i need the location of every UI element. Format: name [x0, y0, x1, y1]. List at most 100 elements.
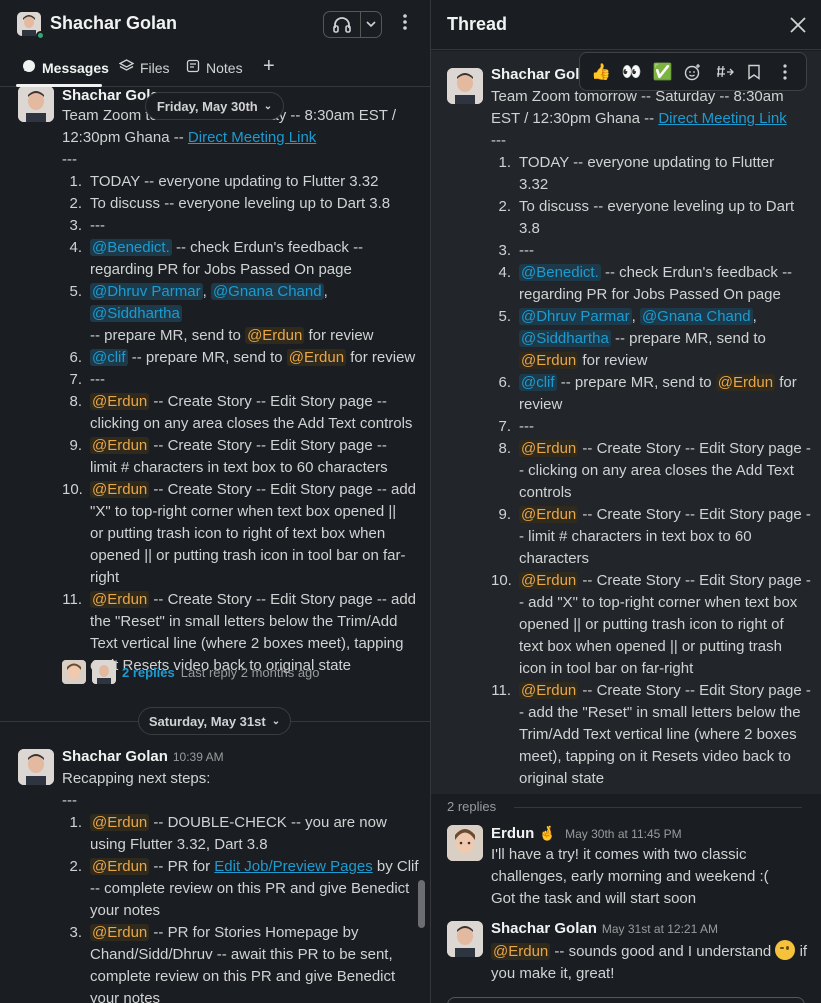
user-mention[interactable]: @Erdun [245, 327, 305, 344]
chevron-down-icon: ⌄ [271, 715, 281, 727]
user-mention[interactable]: @Benedict. [90, 239, 172, 256]
date-divider-pill[interactable]: Friday, May 30th ⌄ [145, 92, 284, 120]
active-tab-indicator [16, 84, 102, 87]
avatar[interactable] [18, 86, 54, 122]
list-item: 11. @Erdun -- Create Story -- Edit Story … [491, 682, 811, 787]
meeting-link[interactable]: Direct Meeting Link [658, 110, 786, 127]
user-mention[interactable]: @Erdun [286, 349, 347, 366]
user-mention[interactable]: @Erdun [519, 352, 579, 369]
reply-composer[interactable] [447, 997, 805, 1003]
message-body: @Erdun -- sounds good and I understand i… [491, 940, 816, 985]
reply-in-channel-icon[interactable] [711, 59, 737, 85]
list-item: 2. To discuss -- everyone leveling up to … [498, 198, 795, 237]
user-mention[interactable]: @Gnana Chand [210, 283, 324, 300]
user-mention[interactable]: @Siddhartha [90, 305, 182, 322]
message-body: Recapping next steps: --- 1. @Erdun -- DO… [62, 768, 422, 1003]
message-bubble-icon [22, 59, 36, 76]
add-tab-button[interactable]: + [263, 55, 275, 78]
avatar [92, 660, 116, 684]
user-mention[interactable]: @Erdun [90, 481, 150, 498]
tab-label: Notes [206, 59, 243, 76]
chevron-down-icon: ⌄ [263, 100, 273, 112]
user-mention[interactable]: @Erdun [90, 814, 150, 831]
channel-pane: Shachar Golan Team Zoom tomorrow -- Satu… [0, 0, 430, 1003]
reply-count: 2 replies [447, 799, 497, 814]
thumbs-up-reaction-icon[interactable]: 👍 [588, 59, 614, 85]
separator-text: --- [62, 792, 77, 809]
message-timestamp[interactable]: May 30th at 11:45 PM [565, 827, 682, 841]
add-reaction-icon[interactable] [680, 59, 706, 85]
check-reaction-icon[interactable]: ✅ [649, 59, 675, 85]
tab-label: Messages [42, 59, 109, 76]
user-mention[interactable]: @Erdun [519, 440, 579, 457]
user-mention[interactable]: @Erdun [491, 943, 551, 960]
message-header: Erdun 🤞 May 30th at 11:45 PM [491, 822, 682, 845]
message-timestamp[interactable]: May 31st at 12:21 AM [602, 922, 718, 936]
user-mention[interactable]: @Erdun [519, 682, 579, 699]
headphones-icon[interactable] [332, 16, 352, 38]
message-text: Recapping next steps: [62, 770, 211, 787]
avatar[interactable] [18, 749, 54, 785]
message-author[interactable]: Shachar Golan [491, 920, 597, 937]
chevron-down-icon[interactable] [365, 16, 377, 36]
avatar[interactable] [447, 825, 483, 861]
message-timestamp[interactable]: 10:39 AM [173, 750, 224, 764]
wink-emoji-icon [775, 940, 796, 960]
message-body: Team Zoom tomorrow -- Saturday -- 8:30am… [491, 86, 816, 790]
channel-tabs: Messages Files Notes + [0, 52, 430, 87]
list-item: 8. @Erdun -- Create Story -- Edit Story p… [69, 393, 413, 432]
more-actions-icon[interactable] [772, 59, 798, 85]
huddle-button[interactable] [323, 11, 382, 38]
message-author[interactable]: Erdun [491, 825, 534, 842]
tab-messages[interactable]: Messages [22, 59, 109, 76]
message-header: Shachar Golan 10:39 AM [62, 746, 224, 768]
user-mention[interactable]: @Erdun [90, 591, 150, 608]
user-mention[interactable]: @Siddhartha [519, 330, 611, 347]
message-body: I'll have a try! it comes with two class… [491, 844, 816, 910]
user-mention[interactable]: @Gnana Chand [639, 308, 753, 325]
date-label: Saturday, May 31st [148, 713, 266, 729]
date-divider-pill[interactable]: Saturday, May 31st ⌄ [138, 707, 291, 735]
message-text: I'll have a try! it comes with two class… [491, 846, 747, 863]
close-icon[interactable] [786, 13, 810, 37]
message-author[interactable]: Shachar Golan [62, 748, 168, 765]
thread-replies-summary[interactable]: 2 replies Last reply 2 months ago [62, 660, 320, 684]
meeting-link[interactable]: Direct Meeting Link [188, 129, 316, 146]
notes-icon [186, 59, 200, 76]
avatar[interactable] [447, 68, 483, 104]
message-text: you make it, great! [491, 965, 615, 982]
bookmark-icon[interactable] [741, 59, 767, 85]
channel-title[interactable]: Shachar Golan [50, 13, 177, 34]
replies-link[interactable]: 2 replies [122, 665, 175, 680]
list-item: 3. --- [498, 242, 534, 259]
pr-link[interactable]: Edit Job/Preview Pages [214, 858, 372, 875]
user-mention[interactable]: @Erdun [519, 506, 579, 523]
user-mention[interactable]: @Erdun [90, 924, 150, 941]
status-emoji[interactable]: 🤞 [539, 825, 556, 841]
date-label: Friday, May 30th [156, 98, 258, 114]
tab-notes[interactable]: Notes [186, 59, 243, 76]
list-item: 10. @Erdun -- Create Story -- Edit Story … [491, 572, 811, 677]
user-mention[interactable]: @Erdun [715, 374, 776, 391]
scrollbar-thumb[interactable] [418, 880, 425, 928]
eyes-reaction-icon[interactable]: 👀 [619, 59, 645, 85]
user-mention[interactable]: @clif [90, 349, 128, 366]
user-mention[interactable]: @clif [519, 374, 557, 391]
user-mention[interactable]: @Erdun [519, 572, 579, 589]
user-mention[interactable]: @Erdun [90, 858, 150, 875]
list-item: 5. @Dhruv Parmar, @Gnana Chand, @Siddhart… [69, 283, 374, 344]
user-mention[interactable]: @Erdun [90, 437, 150, 454]
user-mention[interactable]: @Benedict. [519, 264, 601, 281]
message-list: 1. TODAY -- everyone updating to Flutter … [62, 171, 422, 677]
plus-icon: + [263, 55, 275, 77]
last-reply-text: Last reply 2 months ago [180, 664, 320, 680]
user-mention[interactable]: @Dhruv Parmar [519, 308, 632, 325]
list-item: 1. @Erdun -- DOUBLE-CHECK -- you are now u… [69, 814, 387, 853]
more-options-icon[interactable] [395, 12, 415, 36]
list-item: 3. @Erdun -- PR for Stories Homepage by Ch… [69, 924, 396, 1003]
avatar[interactable] [447, 921, 483, 957]
list-item: 2. @Erdun -- PR for Edit Job/Preview Page… [69, 858, 419, 919]
user-mention[interactable]: @Dhruv Parmar [90, 283, 203, 300]
user-mention[interactable]: @Erdun [90, 393, 150, 410]
tab-files[interactable]: Files [118, 59, 170, 76]
